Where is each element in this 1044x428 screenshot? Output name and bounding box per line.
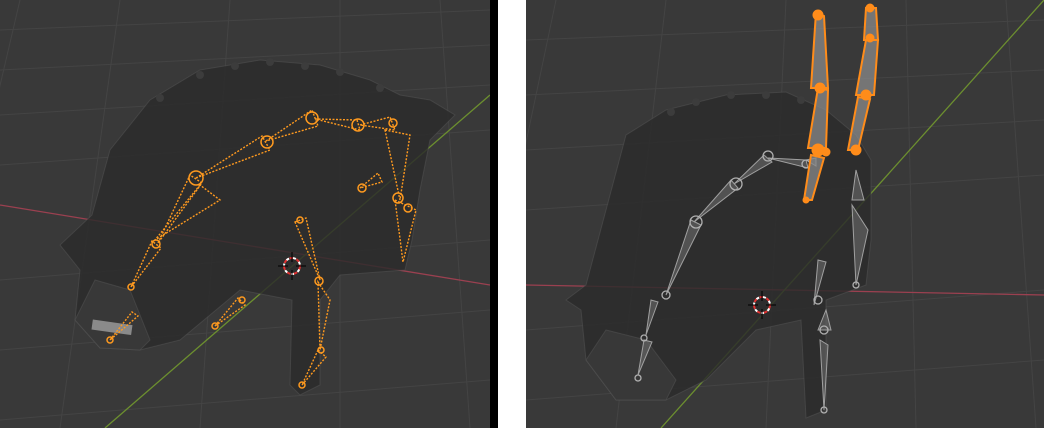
viewport-right-canvas[interactable] — [526, 0, 1044, 428]
viewport-left[interactable] — [0, 0, 490, 428]
gap-separator — [498, 0, 526, 428]
bone-leg-right-lower[interactable] — [846, 95, 872, 151]
creature-mesh[interactable] — [59, 59, 456, 396]
viewport-right[interactable] — [526, 0, 1044, 428]
viewport-left-canvas[interactable] — [0, 0, 490, 428]
bone-leg-left-upper[interactable] — [809, 10, 830, 89]
bone-leg-right-mid[interactable] — [854, 39, 880, 96]
viewport-divider[interactable] — [490, 0, 498, 428]
